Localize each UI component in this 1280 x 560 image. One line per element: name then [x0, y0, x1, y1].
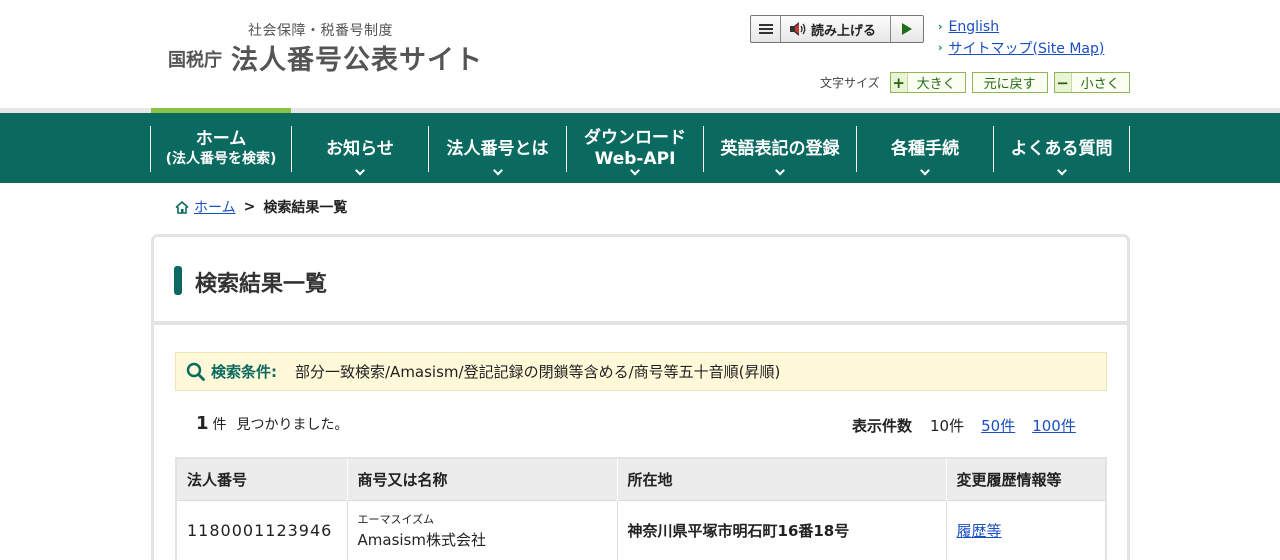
page-title: 検索結果一覧 — [195, 272, 328, 297]
search-condition-value: 部分一致検索/Amasism/登記記録の閉鎖等含める/商号等五十音順(昇順) — [295, 363, 781, 381]
site-header: 社会保障・税番号制度 国税庁 法人番号公表サイト 読み上げる › English… — [0, 0, 1280, 108]
per-page-label: 表示件数 — [852, 417, 913, 435]
logo-subtitle: 社会保障・税番号制度 — [248, 23, 393, 39]
speaker-icon — [790, 22, 806, 36]
font-size-large-button[interactable]: + 大きく — [889, 72, 966, 93]
chevron-down-icon — [492, 165, 503, 176]
title-accent-bar — [174, 266, 182, 295]
english-link[interactable]: English — [949, 19, 1000, 35]
english-link-row: › English — [938, 16, 1104, 37]
chevron-right-icon: › — [938, 41, 943, 54]
column-header-history: 変更履歴情報等 — [946, 459, 1105, 500]
breadcrumb-current: 検索結果一覧 — [263, 200, 348, 216]
top-links: › English › サイトマップ(Site Map) — [938, 16, 1104, 58]
chevron-down-icon — [355, 165, 365, 176]
logo-agency: 国税庁 — [168, 50, 222, 71]
sitemap-link[interactable]: サイトマップ(Site Map) — [949, 38, 1105, 58]
history-cell: 履歴等 — [946, 499, 1105, 560]
table-row: 1180001123946 エーマスイズム Amasism株式会社 神奈川県平塚… — [177, 499, 1105, 560]
history-link[interactable]: 履歴等 — [957, 522, 1002, 540]
read-aloud-button[interactable]: 読み上げる — [781, 16, 891, 42]
nav-download[interactable]: ダウンロード Web-API — [566, 126, 703, 176]
corporate-name-cell: エーマスイズム Amasism株式会社 — [347, 499, 618, 560]
result-count: 1 件 見つかりました。 — [196, 413, 349, 434]
breadcrumb-separator: > — [243, 199, 256, 215]
column-header-address: 所在地 — [617, 459, 947, 500]
per-page-50-link[interactable]: 50件 — [981, 415, 1015, 436]
nav-procedures[interactable]: 各種手続 — [856, 126, 993, 176]
home-icon — [175, 200, 189, 214]
table-header-row: 法人番号 商号又は名称 所在地 変更履歴情報等 — [177, 459, 1105, 500]
result-count-number: 1 — [196, 413, 209, 434]
nav-news[interactable]: お知らせ — [291, 126, 428, 176]
search-icon — [186, 362, 205, 381]
font-size-reset-button[interactable]: 元に戻す — [971, 72, 1048, 93]
read-aloud-menu-button[interactable] — [751, 16, 781, 42]
font-size-label: 文字サイズ — [820, 76, 880, 90]
column-header-corporate-number: 法人番号 — [177, 459, 348, 500]
breadcrumb: ホーム > 検索結果一覧 — [175, 197, 347, 217]
chevron-down-icon — [920, 165, 930, 176]
search-condition-box: 検索条件: 部分一致検索/Amasism/登記記録の閉鎖等含める/商号等五十音順… — [175, 352, 1107, 391]
logo-title: 法人番号公表サイト — [231, 45, 483, 76]
result-count-message: 見つかりました。 — [236, 417, 349, 433]
per-page-current: 10件 — [930, 417, 965, 435]
font-size-controls: 文字サイズ + 大きく 元に戻す − 小さく — [820, 72, 1136, 93]
corporate-name-furigana: エーマスイズム — [357, 512, 435, 526]
corporate-name: Amasism株式会社 — [357, 530, 486, 549]
sitemap-link-row: › サイトマップ(Site Map) — [938, 37, 1104, 58]
plus-icon: + — [890, 73, 908, 92]
chevron-right-icon: › — [938, 20, 943, 33]
read-aloud-toolbar: 読み上げる — [750, 15, 924, 43]
search-condition-label: 検索条件: — [211, 363, 277, 381]
nav-english-registration[interactable]: 英語表記の登録 — [703, 126, 856, 176]
read-aloud-label: 読み上げる — [811, 23, 877, 39]
results-panel: 検索結果一覧 検索条件: 部分一致検索/Amasism/登記記録の閉鎖等含める/… — [151, 234, 1130, 560]
per-page-100-link[interactable]: 100件 — [1032, 415, 1076, 436]
result-count-unit: 件 — [212, 417, 227, 433]
address-cell: 神奈川県平塚市明石町16番18号 — [617, 499, 947, 560]
panel-header: 検索結果一覧 — [154, 237, 1127, 325]
play-icon — [902, 23, 912, 35]
per-page-selector: 表示件数 10件 50件 100件 — [852, 415, 1093, 436]
results-table: 法人番号 商号又は名称 所在地 変更履歴情報等 1180001123946 エー… — [175, 457, 1107, 560]
play-button[interactable] — [891, 16, 923, 42]
minus-icon: − — [1054, 73, 1072, 92]
chevron-down-icon — [775, 165, 785, 176]
font-size-small-button[interactable]: − 小さく — [1053, 72, 1130, 93]
menu-icon — [758, 24, 773, 26]
breadcrumb-home-link[interactable]: ホーム — [194, 197, 236, 217]
column-header-name: 商号又は名称 — [347, 459, 618, 500]
corporate-number-cell: 1180001123946 — [177, 499, 348, 560]
nav-about[interactable]: 法人番号とは — [428, 126, 566, 176]
nav-faq[interactable]: よくある質問 — [993, 126, 1130, 176]
nav-home[interactable]: ホーム (法人番号を検索) — [150, 126, 291, 172]
chevron-down-icon — [1056, 165, 1067, 176]
global-nav: ホーム (法人番号を検索) お知らせ 法人番号とは ダウンロード Web-API… — [0, 113, 1280, 183]
